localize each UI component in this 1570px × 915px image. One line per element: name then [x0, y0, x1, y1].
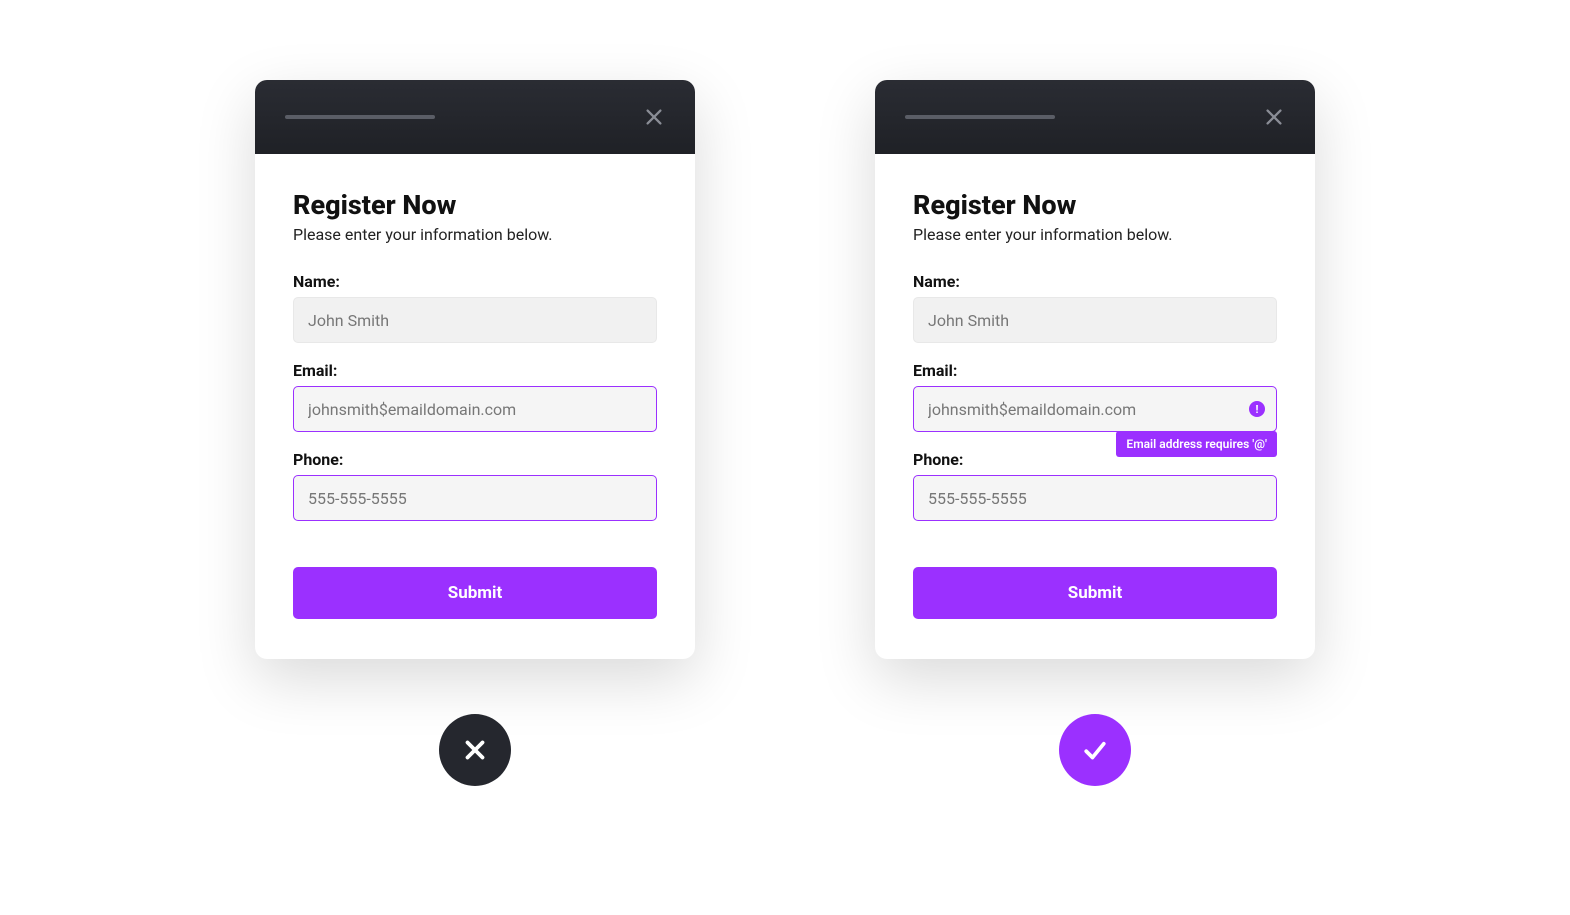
phone-label: Phone: — [293, 450, 657, 469]
register-card: Register Now Please enter your informati… — [255, 80, 695, 659]
error-icon: ! — [1249, 401, 1265, 417]
name-label: Name: — [913, 272, 1277, 291]
form-subtitle: Please enter your information below. — [913, 225, 1277, 244]
field-email: Email: ! Email address requires '@' — [913, 361, 1277, 432]
name-input[interactable] — [293, 297, 657, 343]
submit-button[interactable]: Submit — [293, 567, 657, 619]
email-label: Email: — [913, 361, 1277, 380]
example-good: Register Now Please enter your informati… — [875, 80, 1315, 786]
email-label: Email: — [293, 361, 657, 380]
name-input[interactable] — [913, 297, 1277, 343]
name-label: Name: — [293, 272, 657, 291]
email-input[interactable] — [293, 386, 657, 432]
header-title-placeholder — [285, 115, 435, 119]
email-input[interactable] — [913, 386, 1277, 432]
email-error-tooltip: Email address requires '@' — [1116, 431, 1277, 457]
card-header — [875, 80, 1315, 154]
phone-input[interactable] — [913, 475, 1277, 521]
example-bad: Register Now Please enter your informati… — [255, 80, 695, 786]
bad-example-badge — [439, 714, 511, 786]
field-phone: Phone: — [913, 450, 1277, 521]
header-title-placeholder — [905, 115, 1055, 119]
form-subtitle: Please enter your information below. — [293, 225, 657, 244]
close-icon[interactable] — [643, 106, 665, 128]
field-email: Email: — [293, 361, 657, 432]
close-icon[interactable] — [1263, 106, 1285, 128]
field-name: Name: — [913, 272, 1277, 343]
field-name: Name: — [293, 272, 657, 343]
submit-button[interactable]: Submit — [913, 567, 1277, 619]
field-phone: Phone: — [293, 450, 657, 521]
card-header — [255, 80, 695, 154]
card-body: Register Now Please enter your informati… — [255, 154, 695, 659]
card-body: Register Now Please enter your informati… — [875, 154, 1315, 659]
form-title: Register Now — [913, 189, 1277, 221]
good-example-badge — [1059, 714, 1131, 786]
form-title: Register Now — [293, 189, 657, 221]
phone-input[interactable] — [293, 475, 657, 521]
register-card: Register Now Please enter your informati… — [875, 80, 1315, 659]
